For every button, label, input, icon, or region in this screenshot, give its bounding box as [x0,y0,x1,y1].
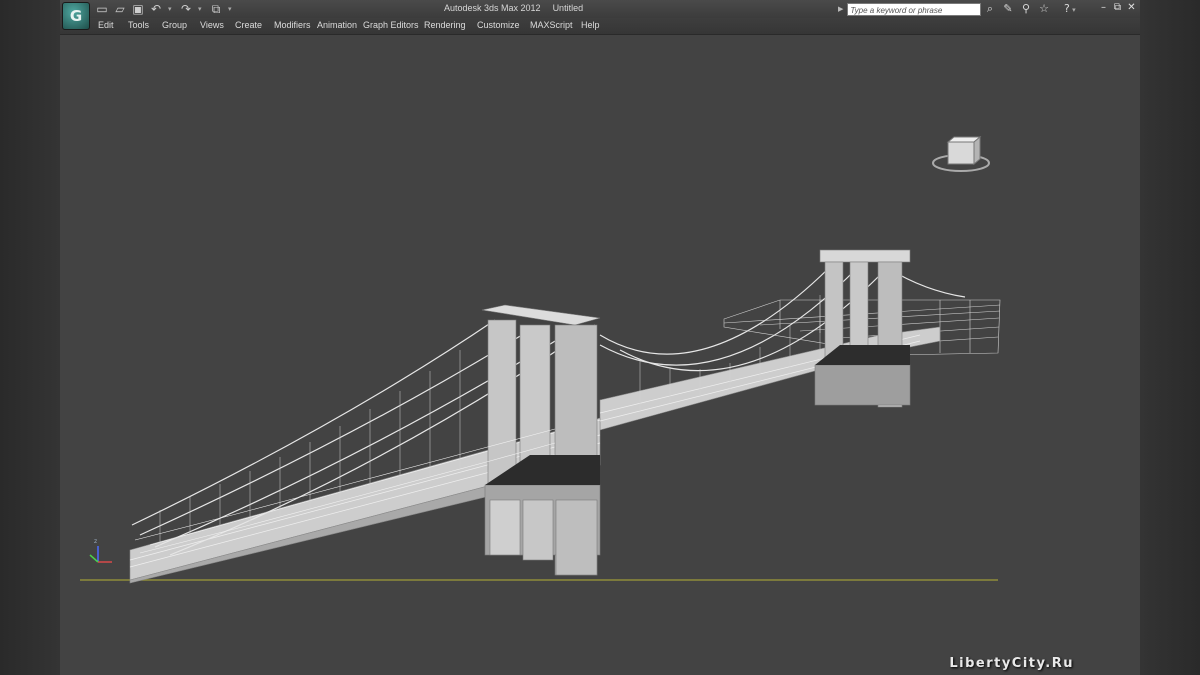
close-button[interactable]: ✕ [1126,1,1137,15]
perspective-viewport[interactable]: z LibertyCity.Ru [60,35,1140,675]
menu-modifiers[interactable]: Modifiers [274,20,311,30]
viewcube-icon [932,135,990,172]
svg-text:z: z [94,538,97,545]
menu-bar: Edit Tools Group Views Create Modifiers … [60,18,1140,35]
quick-access-toolbar: ▭ ▱ ▣ ↶ ▾ ↷ ▾ ⧉ ▾ [96,1,234,17]
undo-dropdown-icon[interactable]: ▾ [168,3,174,15]
menu-rendering[interactable]: Rendering [424,20,466,30]
favorites-star-icon[interactable]: ☆ [1038,2,1050,15]
background-left-border [0,0,60,675]
infocenter-toolbar: ⌕ ✎ ⚲ ☆ [984,2,1050,15]
project-folder-icon[interactable]: ⧉ [210,3,222,15]
redo-dropdown-icon[interactable]: ▾ [198,3,204,15]
window-title: Autodesk 3ds Max 2012 Untitled [444,3,583,13]
app-window: ▭ ▱ ▣ ↶ ▾ ↷ ▾ ⧉ ▾ Autodesk 3ds Max 2012 U… [60,0,1140,675]
infocenter-expand-icon[interactable]: ▶ [838,5,843,13]
background-right-border [1140,0,1200,675]
save-icon[interactable]: ▣ [132,3,144,15]
menu-help[interactable]: Help [581,20,600,30]
near-tower [481,304,601,576]
binoculars-icon[interactable]: ⌕ [984,2,996,15]
app-title: Autodesk 3ds Max 2012 [444,3,541,13]
menu-tools[interactable]: Tools [128,20,149,30]
title-bar: ▭ ▱ ▣ ↶ ▾ ↷ ▾ ⧉ ▾ Autodesk 3ds Max 2012 U… [60,0,1140,18]
quick-access-dropdown-icon[interactable]: ▾ [228,3,234,15]
infocenter: ▶ Type a keyword or phrase [838,1,982,17]
watermark: LibertyCity.Ru [949,656,1074,671]
menu-group[interactable]: Group [162,20,187,30]
far-tower [814,249,911,408]
subscription-center-icon[interactable]: ⚲ [1020,2,1032,15]
help-icon[interactable]: ? ▾ [1064,2,1076,15]
communication-center-icon[interactable]: ✎ [1002,2,1014,15]
viewport-scene: z [80,135,1001,584]
open-folder-icon[interactable]: ▱ [114,3,126,15]
menu-edit[interactable]: Edit [98,20,114,30]
menu-maxscript[interactable]: MAXScript [530,20,573,30]
menu-graph-editors[interactable]: Graph Editors [363,20,419,30]
redo-icon[interactable]: ↷ [180,3,192,15]
search-input[interactable]: Type a keyword or phrase [847,2,982,16]
axis-tripod-icon: z [89,538,112,563]
menu-animation[interactable]: Animation [317,20,357,30]
undo-icon[interactable]: ↶ [150,3,162,15]
new-file-icon[interactable]: ▭ [96,3,108,15]
window-controls: – ⧉ ✕ [1098,1,1137,15]
minimize-button[interactable]: – [1098,1,1109,15]
logo-glyph: G [69,7,83,25]
app-logo-button[interactable]: G [62,2,90,30]
menu-views[interactable]: Views [200,20,224,30]
restore-button[interactable]: ⧉ [1112,1,1123,15]
document-title: Untitled [552,3,584,13]
menu-create[interactable]: Create [235,20,262,30]
menu-customize[interactable]: Customize [477,20,520,30]
